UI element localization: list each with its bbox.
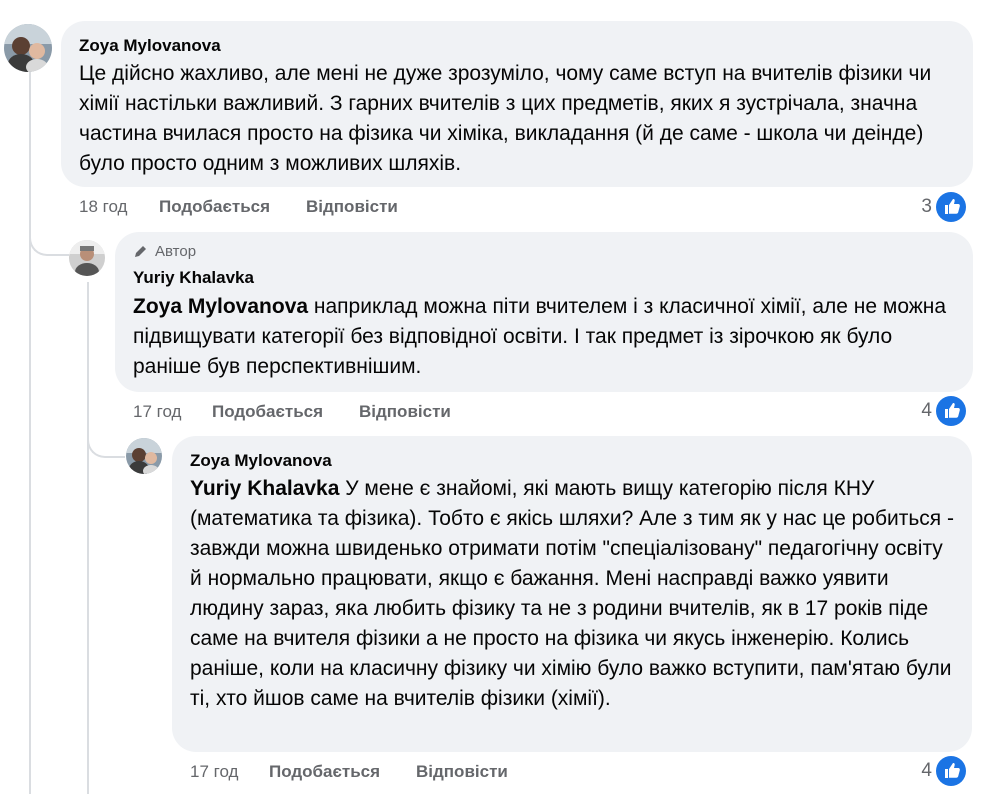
reaction-summary[interactable]: 4 bbox=[900, 396, 966, 426]
mention-link[interactable]: Yuriy Khalavka bbox=[190, 477, 339, 500]
thread-line-branch bbox=[29, 228, 69, 256]
reaction-count: 4 bbox=[921, 760, 932, 781]
thumbs-up-icon bbox=[936, 756, 966, 786]
comment-time[interactable]: 17 год bbox=[133, 402, 181, 422]
mention-link[interactable]: Zoya Mylovanova bbox=[133, 295, 308, 318]
author-badge: Автор bbox=[133, 243, 196, 260]
comment-time[interactable]: 18 год bbox=[79, 197, 127, 217]
comment-time[interactable]: 17 год bbox=[190, 762, 238, 782]
reply-button[interactable]: Відповісти bbox=[359, 402, 451, 422]
avatar[interactable] bbox=[69, 240, 105, 276]
like-button[interactable]: Подобається bbox=[212, 402, 323, 422]
comment-body: У мене є знайомі, які мають вищу категор… bbox=[190, 477, 954, 710]
avatar[interactable] bbox=[4, 24, 52, 72]
comment-text: Zoya Mylovanova наприклад можна піти вчи… bbox=[133, 292, 963, 382]
reaction-count: 3 bbox=[921, 196, 932, 217]
comment-text: Це дійсно жахливо, але мені не дуже зроз… bbox=[79, 62, 932, 175]
like-button[interactable]: Подобається bbox=[269, 762, 380, 782]
reply-button[interactable]: Відповісти bbox=[306, 197, 398, 217]
comment-author[interactable]: Zoya Mylovanova bbox=[190, 451, 332, 471]
thread-line-nested bbox=[87, 282, 89, 794]
reaction-count: 4 bbox=[921, 400, 932, 421]
thread-line-nested-branch bbox=[87, 432, 125, 458]
thread-line bbox=[29, 58, 31, 794]
comment-text: Yuriy Khalavka У мене є знайомі, які маю… bbox=[190, 474, 960, 714]
pencil-icon bbox=[135, 246, 146, 257]
thumbs-up-icon bbox=[936, 396, 966, 426]
reply-button[interactable]: Відповісти bbox=[416, 762, 508, 782]
author-badge-label: Автор bbox=[155, 243, 197, 260]
thumbs-up-icon bbox=[936, 192, 966, 222]
reaction-summary[interactable]: 4 bbox=[900, 756, 966, 786]
reaction-summary[interactable]: 3 bbox=[900, 192, 966, 222]
comment-author[interactable]: Yuriy Khalavka bbox=[133, 268, 254, 288]
comment-author[interactable]: Zoya Mylovanova bbox=[79, 36, 221, 56]
avatar[interactable] bbox=[126, 438, 162, 474]
like-button[interactable]: Подобається bbox=[159, 197, 270, 217]
